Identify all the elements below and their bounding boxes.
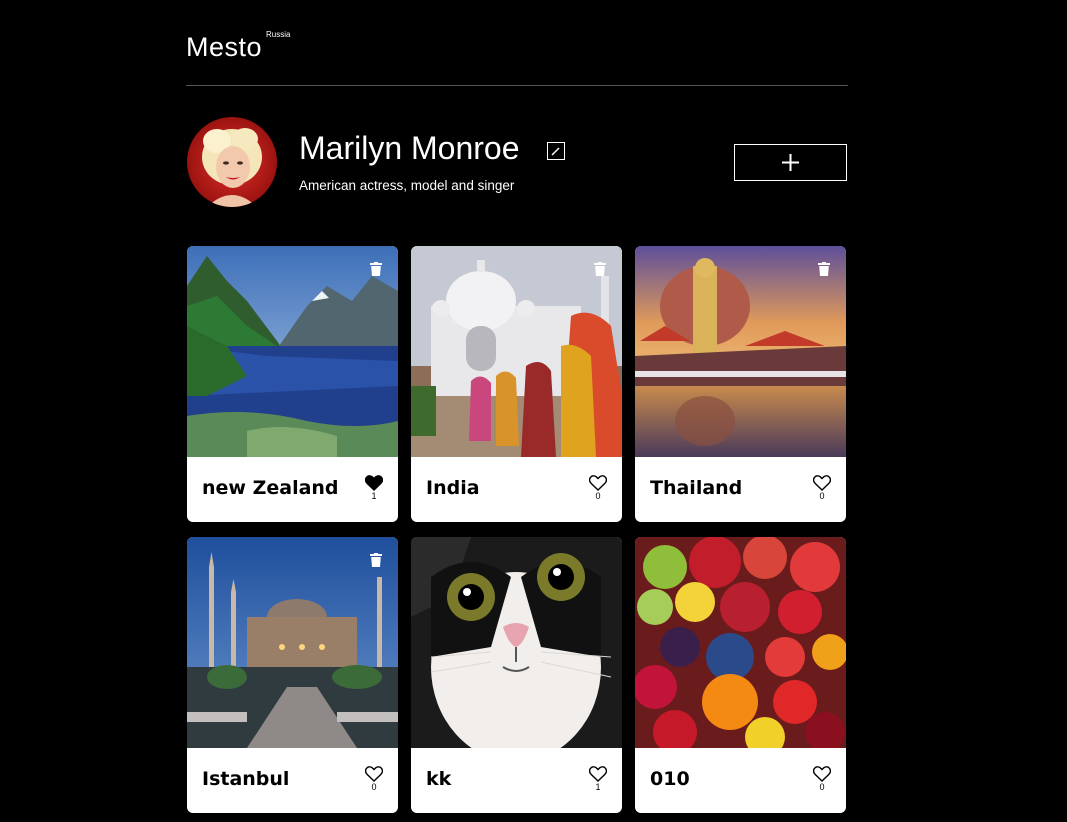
like-count: 1 <box>371 491 377 501</box>
delete-card-button[interactable] <box>818 262 830 276</box>
heart-icon <box>364 475 384 491</box>
like-button[interactable] <box>364 475 384 491</box>
card-image[interactable] <box>187 537 398 748</box>
trash-icon <box>370 553 382 567</box>
card-title: 010 <box>650 768 690 790</box>
like-group: 0 <box>588 475 608 501</box>
card-title: new Zealand <box>202 477 339 499</box>
like-button[interactable] <box>588 766 608 782</box>
like-count: 0 <box>819 782 825 792</box>
like-count: 0 <box>371 782 377 792</box>
like-group: 1 <box>588 766 608 792</box>
card: Istanbul 0 <box>187 537 398 813</box>
trash-icon <box>818 262 830 276</box>
profile: Marilyn Monroe American actress, model a… <box>186 116 848 208</box>
heart-icon <box>812 766 832 782</box>
like-group: 1 <box>364 475 384 501</box>
like-button[interactable] <box>812 475 832 491</box>
avatar[interactable] <box>187 117 277 207</box>
edit-profile-button[interactable] <box>547 142 565 160</box>
heart-icon <box>812 475 832 491</box>
card-image[interactable] <box>411 246 622 457</box>
card-title: Thailand <box>650 477 743 499</box>
like-group: 0 <box>364 766 384 792</box>
page: Mesto Russia Marilyn Monroe American act… <box>0 0 1067 822</box>
like-count: 0 <box>819 491 825 501</box>
heart-icon <box>588 766 608 782</box>
card: India 0 <box>411 246 622 522</box>
card-image[interactable] <box>635 246 846 457</box>
trash-icon <box>594 262 606 276</box>
card: Thailand 0 <box>635 246 846 522</box>
card: kk 1 <box>411 537 622 813</box>
logo-superscript: Russia <box>266 30 291 39</box>
card: 010 0 <box>635 537 846 813</box>
card-title: India <box>426 477 480 499</box>
card-image[interactable] <box>635 537 846 748</box>
delete-card-button[interactable] <box>370 262 382 276</box>
plus-icon <box>782 154 799 171</box>
card-image[interactable] <box>411 537 622 748</box>
card: new Zealand 1 <box>187 246 398 522</box>
heart-icon <box>364 766 384 782</box>
card-title: Istanbul <box>202 768 290 790</box>
like-group: 0 <box>812 766 832 792</box>
logo[interactable]: Mesto <box>186 32 262 63</box>
profile-about: American actress, model and singer <box>299 178 515 193</box>
card-image[interactable] <box>187 246 398 457</box>
header: Mesto Russia <box>186 28 848 86</box>
heart-icon <box>588 475 608 491</box>
like-count: 0 <box>595 491 601 501</box>
trash-icon <box>370 262 382 276</box>
card-grid: new Zealand 1 India 0 Thailand 0 Istanbu… <box>187 246 847 822</box>
like-group: 0 <box>812 475 832 501</box>
like-count: 1 <box>595 782 601 792</box>
like-button[interactable] <box>588 475 608 491</box>
like-button[interactable] <box>364 766 384 782</box>
like-button[interactable] <box>812 766 832 782</box>
pencil-icon <box>551 147 560 156</box>
delete-card-button[interactable] <box>594 262 606 276</box>
delete-card-button[interactable] <box>370 553 382 567</box>
add-card-button[interactable] <box>734 144 847 181</box>
card-title: kk <box>426 768 452 790</box>
profile-name: Marilyn Monroe <box>299 130 520 166</box>
